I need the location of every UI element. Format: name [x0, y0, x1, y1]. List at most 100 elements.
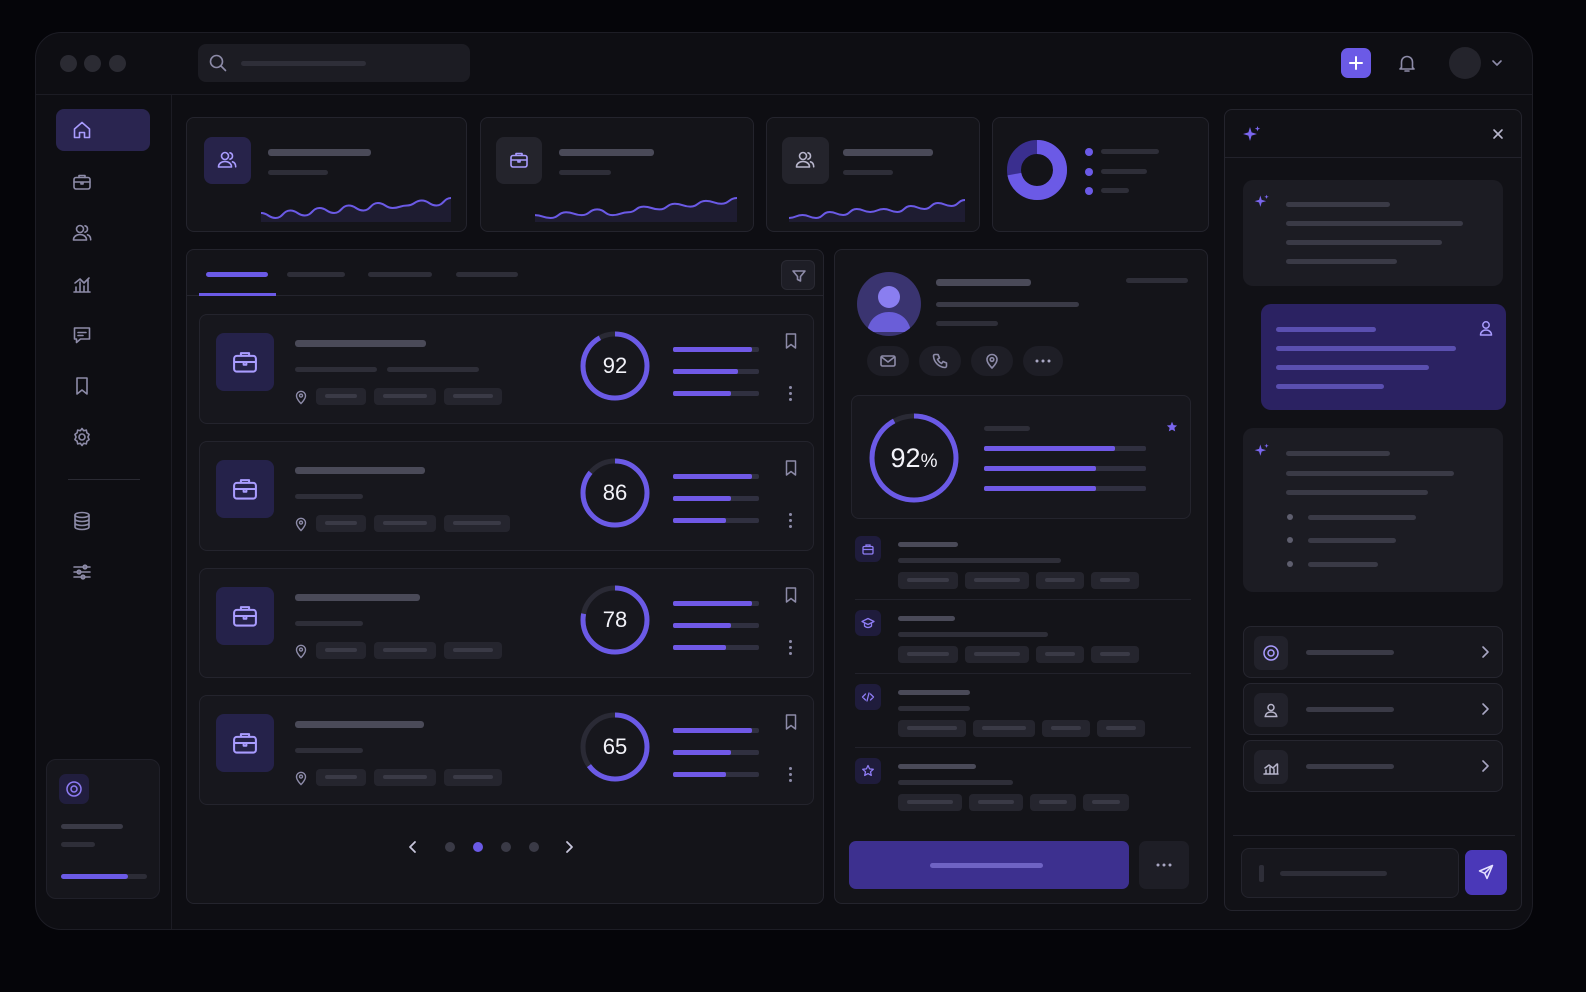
skill-bar-track: [673, 645, 759, 650]
match-bar-fill: [984, 466, 1096, 471]
tab-2[interactable]: [283, 250, 353, 296]
sidebar-item-settings[interactable]: [56, 416, 150, 458]
timeline-tag: [898, 646, 958, 663]
target-icon: [66, 781, 82, 797]
page-dot[interactable]: [529, 842, 539, 852]
job-card[interactable]: 65: [199, 695, 814, 805]
email-button[interactable]: [867, 346, 909, 376]
more-button[interactable]: [1023, 346, 1063, 376]
timeline-item[interactable]: [855, 684, 1191, 754]
bookmark-icon[interactable]: [783, 332, 799, 350]
timeline-tag: [1091, 572, 1139, 589]
match-score-number: 86: [602, 480, 628, 505]
filter-button[interactable]: [781, 260, 815, 290]
stat-card-candidates[interactable]: [186, 117, 467, 232]
timeline-tag: [1097, 720, 1145, 737]
page-dot-active[interactable]: [473, 842, 483, 852]
chart-icon: [73, 277, 91, 293]
stat-sparkline: [788, 199, 966, 222]
timeline-item[interactable]: [855, 536, 1191, 606]
sidebar-item-people[interactable]: [56, 212, 150, 254]
stat-card-team[interactable]: [766, 117, 980, 232]
stat-icon-badge: [204, 137, 251, 184]
stat-card-distribution[interactable]: [992, 117, 1209, 232]
sidebar-promo-card[interactable]: [46, 759, 160, 899]
chevron-left-icon[interactable]: [405, 839, 421, 855]
bookmark-icon[interactable]: [783, 459, 799, 477]
send-button[interactable]: [1465, 850, 1507, 895]
stat-icon-badge: [496, 137, 542, 184]
bookmark-icon: [76, 377, 88, 395]
job-card[interactable]: 86: [199, 441, 814, 551]
close-icon[interactable]: [1491, 127, 1505, 141]
briefcase-icon: [233, 352, 257, 373]
assistant-link[interactable]: [1243, 683, 1503, 735]
match-score-card: 92%: [851, 395, 1191, 519]
chart-icon: [1263, 763, 1279, 775]
primary-action-button[interactable]: [849, 841, 1129, 889]
bookmark-icon[interactable]: [783, 586, 799, 604]
timeline-tag: [965, 646, 1029, 663]
sparkle-icon: [1254, 443, 1269, 456]
timeline-tag: [1083, 794, 1129, 811]
skill-bar-fill: [673, 474, 753, 479]
job-card[interactable]: 78: [199, 568, 814, 678]
sidebar-item-messages[interactable]: [56, 314, 150, 356]
sidebar-item-home[interactable]: [56, 109, 150, 151]
window-minimize-button[interactable]: [84, 55, 101, 72]
tab-1[interactable]: [199, 250, 276, 296]
sidebar-item-filters[interactable]: [56, 551, 150, 593]
page-dot[interactable]: [445, 842, 455, 852]
job-tag: [374, 642, 436, 659]
database-icon: [74, 511, 90, 531]
tab-4[interactable]: [451, 250, 523, 296]
skill-bar-track: [673, 518, 759, 523]
assistant-link[interactable]: [1243, 740, 1503, 792]
timeline-tag: [969, 794, 1023, 811]
assistant-link[interactable]: [1243, 626, 1503, 678]
timeline-item[interactable]: [855, 758, 1191, 828]
timeline-icon-badge: [855, 758, 881, 784]
sidebar-item-saved[interactable]: [56, 365, 150, 407]
briefcase-icon: [510, 152, 528, 168]
timeline-tag: [898, 720, 966, 737]
location-icon: [295, 644, 307, 659]
job-card[interactable]: 92: [199, 314, 814, 424]
window-close-button[interactable]: [60, 55, 77, 72]
avatar[interactable]: [1449, 47, 1481, 79]
phone-button[interactable]: [919, 346, 961, 376]
tab-bar: [187, 250, 823, 296]
send-icon: [1478, 864, 1494, 880]
sidebar-divider: [68, 479, 140, 480]
chat-input[interactable]: [1241, 848, 1459, 898]
stat-card-jobs[interactable]: [480, 117, 754, 232]
sidebar-item-database[interactable]: [56, 500, 150, 542]
add-button[interactable]: [1341, 48, 1371, 78]
job-tag: [444, 388, 502, 405]
job-icon-badge: [216, 714, 274, 772]
more-dot: [789, 779, 792, 782]
chevron-right-icon[interactable]: [561, 839, 577, 855]
skill-bar-fill: [673, 391, 732, 396]
match-score-number: 92: [890, 443, 921, 473]
timeline-item[interactable]: [855, 610, 1191, 680]
briefcase-icon: [233, 733, 257, 754]
page-dot[interactable]: [501, 842, 511, 852]
tab-3[interactable]: [363, 250, 439, 296]
search-input[interactable]: [198, 44, 470, 82]
bookmark-icon[interactable]: [783, 713, 799, 731]
chevron-down-icon[interactable]: [1491, 58, 1503, 68]
window-maximize-button[interactable]: [109, 55, 126, 72]
secondary-more-button[interactable]: [1139, 841, 1189, 889]
bell-icon[interactable]: [1396, 52, 1418, 74]
phone-icon: [932, 353, 948, 369]
timeline-subtitle-line: [898, 558, 1061, 563]
location-button[interactable]: [971, 346, 1013, 376]
timeline-icon-badge: [855, 536, 881, 562]
timeline-divider: [855, 673, 1191, 674]
sidebar-item-analytics[interactable]: [56, 263, 150, 305]
sidebar-item-jobs[interactable]: [56, 161, 150, 203]
skill-bar-track: [673, 474, 759, 479]
promo-progress-track: [61, 874, 147, 879]
match-score: 86: [579, 457, 651, 529]
